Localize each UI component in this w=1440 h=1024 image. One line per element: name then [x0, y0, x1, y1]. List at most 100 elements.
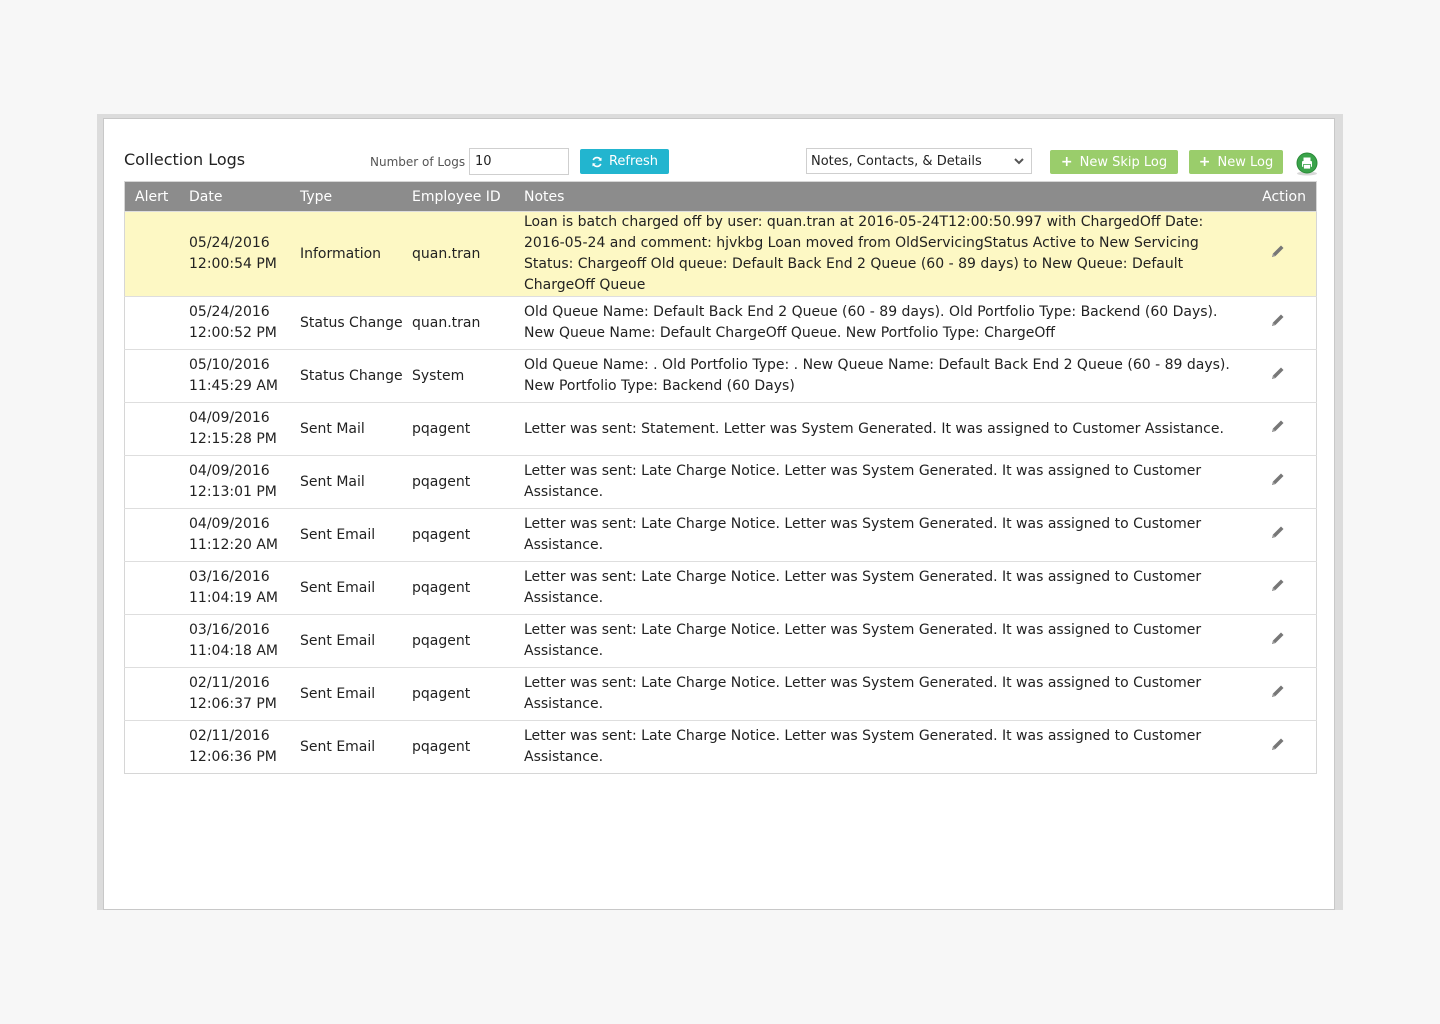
notes-cell: Loan is batch charged off by user: quan.…	[524, 214, 1204, 293]
printer-icon[interactable]	[1295, 152, 1319, 176]
type-cell: Sent Email	[300, 685, 376, 702]
notes-cell: Letter was sent: Late Charge Notice. Let…	[524, 516, 1202, 553]
table-row[interactable]: 02/11/2016 12:06:36 PM Sent Email pqagent…	[124, 720, 1317, 774]
new-log-button[interactable]: + New Log	[1189, 150, 1283, 174]
action-cell	[1244, 403, 1317, 456]
plus-icon: +	[1198, 154, 1211, 170]
log-date: 05/24/2016	[189, 304, 270, 320]
pencil-icon[interactable]	[1270, 683, 1286, 699]
number-of-logs-label: Number of Logs	[370, 155, 466, 169]
log-filter-select[interactable]: Notes, Contacts, & Details	[806, 148, 1032, 174]
table-header-row: Alert Date Type Employee ID Notes Action	[124, 181, 1317, 212]
new-log-label: New Log	[1217, 154, 1274, 170]
employee-cell: pqagent	[412, 473, 471, 490]
refresh-button[interactable]: Refresh	[580, 149, 669, 174]
log-time: 12:00:52 PM	[189, 325, 277, 341]
employee-cell: System	[412, 367, 465, 384]
table-row[interactable]: 02/11/2016 12:06:37 PM Sent Email pqagent…	[124, 667, 1317, 721]
log-time: 11:04:19 AM	[189, 590, 278, 606]
date-cell: 04/09/2016 12:13:01 PM	[189, 456, 300, 509]
plus-icon: +	[1060, 154, 1073, 170]
action-cell	[1244, 212, 1317, 297]
header-alert[interactable]: Alert	[125, 182, 190, 212]
panel-title: Collection Logs	[124, 150, 246, 169]
collection-logs-table: Alert Date Type Employee ID Notes Action…	[124, 181, 1317, 774]
pencil-icon[interactable]	[1270, 312, 1286, 328]
action-cell	[1244, 297, 1317, 350]
log-date: 02/11/2016	[189, 675, 270, 691]
notes-cell: Old Queue Name: . Old Portfolio Type: . …	[524, 357, 1230, 394]
pencil-icon[interactable]	[1270, 630, 1286, 646]
date-cell: 05/24/2016 12:00:52 PM	[189, 297, 300, 350]
table-row[interactable]: 05/24/2016 12:00:54 PM Information quan.t…	[124, 211, 1317, 297]
action-cell	[1244, 721, 1317, 774]
header-action: Action	[1262, 188, 1306, 205]
log-date: 04/09/2016	[189, 516, 270, 532]
type-cell: Sent Email	[300, 579, 376, 596]
alert-cell	[125, 297, 190, 350]
pencil-icon[interactable]	[1270, 524, 1286, 540]
log-date: 05/10/2016	[189, 357, 270, 373]
type-cell: Sent Mail	[300, 473, 365, 490]
employee-cell: pqagent	[412, 738, 471, 755]
alert-cell	[125, 562, 190, 615]
header-type[interactable]: Type	[300, 182, 412, 212]
alert-cell	[125, 350, 190, 403]
header-employee-id[interactable]: Employee ID	[412, 182, 524, 212]
alert-cell	[125, 668, 190, 721]
log-date: 04/09/2016	[189, 410, 270, 426]
alert-cell	[125, 721, 190, 774]
table-row[interactable]: 04/09/2016 12:13:01 PM Sent Mail pqagent …	[124, 455, 1317, 509]
header-date[interactable]: Date	[189, 182, 300, 212]
pencil-icon[interactable]	[1270, 365, 1286, 381]
table-row[interactable]: 04/09/2016 11:12:20 AM Sent Email pqagent…	[124, 508, 1317, 562]
number-of-logs-input[interactable]	[469, 148, 569, 175]
date-cell: 02/11/2016 12:06:37 PM	[189, 668, 300, 721]
notes-cell: Letter was sent: Late Charge Notice. Let…	[524, 728, 1202, 765]
header-notes[interactable]: Notes	[524, 182, 1244, 212]
type-cell: Status Change	[300, 367, 403, 384]
date-cell: 04/09/2016 11:12:20 AM	[189, 509, 300, 562]
employee-cell: pqagent	[412, 420, 471, 437]
refresh-icon	[592, 156, 602, 167]
log-date: 03/16/2016	[189, 569, 270, 585]
table-row[interactable]: 04/09/2016 12:15:28 PM Sent Mail pqagent …	[124, 402, 1317, 456]
type-cell: Information	[300, 245, 382, 262]
pencil-icon[interactable]	[1270, 577, 1286, 593]
table-row[interactable]: 03/16/2016 11:04:19 AM Sent Email pqagent…	[124, 561, 1317, 615]
log-time: 12:06:37 PM	[189, 696, 277, 712]
date-cell: 02/11/2016 12:06:36 PM	[189, 721, 300, 774]
alert-cell	[125, 403, 190, 456]
chevron-down-icon	[1014, 158, 1024, 165]
log-date: 02/11/2016	[189, 728, 270, 744]
alert-cell	[125, 509, 190, 562]
notes-cell: Letter was sent: Late Charge Notice. Let…	[524, 463, 1202, 500]
pencil-icon[interactable]	[1270, 418, 1286, 434]
date-cell: 04/09/2016 12:15:28 PM	[189, 403, 300, 456]
action-cell	[1244, 615, 1317, 668]
action-cell	[1244, 456, 1317, 509]
log-filter-value: Notes, Contacts, & Details	[811, 153, 982, 169]
log-date: 05/24/2016	[189, 235, 270, 251]
log-time: 12:15:28 PM	[189, 431, 277, 447]
table-row[interactable]: 05/24/2016 12:00:52 PM Status Change quan…	[124, 296, 1317, 350]
log-time: 11:45:29 AM	[189, 378, 278, 394]
collection-logs-panel: Collection Logs Number of Logs Refresh N…	[103, 118, 1335, 910]
action-cell	[1244, 668, 1317, 721]
table-row[interactable]: 03/16/2016 11:04:18 AM Sent Email pqagent…	[124, 614, 1317, 668]
date-cell: 03/16/2016 11:04:18 AM	[189, 615, 300, 668]
pencil-icon[interactable]	[1270, 736, 1286, 752]
type-cell: Sent Email	[300, 526, 376, 543]
date-cell: 05/10/2016 11:45:29 AM	[189, 350, 300, 403]
table-row[interactable]: 05/10/2016 11:45:29 AM Status Change Syst…	[124, 349, 1317, 403]
type-cell: Sent Mail	[300, 420, 365, 437]
notes-cell: Old Queue Name: Default Back End 2 Queue…	[524, 304, 1218, 341]
alert-cell	[125, 615, 190, 668]
notes-cell: Letter was sent: Late Charge Notice. Let…	[524, 622, 1202, 659]
log-time: 11:04:18 AM	[189, 643, 278, 659]
new-skip-log-button[interactable]: + New Skip Log	[1050, 150, 1178, 174]
type-cell: Sent Email	[300, 738, 376, 755]
pencil-icon[interactable]	[1270, 243, 1286, 259]
pencil-icon[interactable]	[1270, 471, 1286, 487]
new-skip-log-label: New Skip Log	[1079, 154, 1168, 170]
